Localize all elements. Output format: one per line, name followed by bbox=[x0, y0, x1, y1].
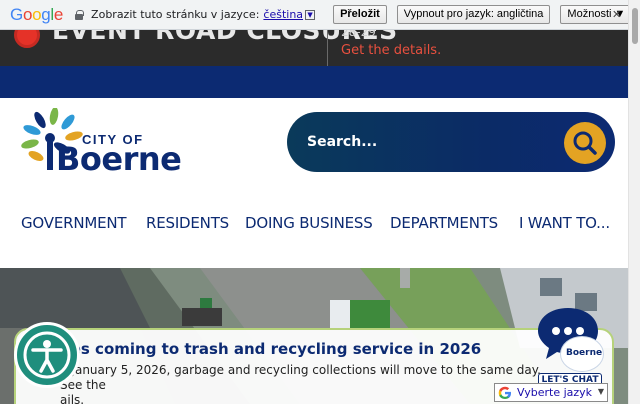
news-body: g January 5, 2026, garbage and recycling… bbox=[60, 363, 560, 404]
main-navigation: GOVERNMENT RESIDENTS DOING BUSINESS DEPA… bbox=[0, 214, 628, 244]
language-dropdown-icon[interactable]: ▼ bbox=[305, 9, 316, 20]
search-input[interactable]: Search... bbox=[307, 112, 537, 172]
google-g-icon bbox=[498, 386, 511, 399]
translate-language-link[interactable]: čeština bbox=[263, 8, 303, 21]
accessibility-button[interactable] bbox=[14, 322, 80, 388]
search-icon bbox=[573, 131, 597, 155]
alert-divider bbox=[327, 28, 328, 66]
news-body-line1: g January 5, 2026, garbage and recycling… bbox=[60, 363, 541, 392]
alert-details-link[interactable]: Get the details. bbox=[341, 43, 441, 58]
navy-band bbox=[0, 66, 640, 98]
search-button[interactable] bbox=[564, 122, 606, 164]
accessibility-icon bbox=[23, 331, 71, 379]
search-bar: Search... bbox=[287, 112, 615, 172]
vertical-scrollbar[interactable] bbox=[628, 0, 640, 404]
language-select[interactable]: Vyberte jazyk ▼ bbox=[494, 383, 608, 402]
nav-doing-business[interactable]: DOING BUSINESS bbox=[245, 214, 373, 232]
scrollbar-thumb[interactable] bbox=[632, 8, 638, 44]
nav-government[interactable]: GOVERNMENT bbox=[21, 214, 127, 232]
close-icon[interactable]: ✕ bbox=[612, 9, 622, 20]
disable-translation-button[interactable]: Vypnout pro jazyk: angličtina bbox=[396, 5, 551, 24]
lock-icon bbox=[75, 9, 85, 20]
google-translate-bar: Google Zobrazit tuto stránku v jazyce: č… bbox=[0, 0, 640, 30]
google-logo: Google bbox=[10, 4, 64, 24]
translate-button[interactable]: Přeložit bbox=[333, 5, 387, 24]
nav-departments[interactable]: DEPARTMENTS bbox=[390, 214, 498, 232]
news-title[interactable]: ges coming to trash and recycling servic… bbox=[60, 340, 481, 358]
news-body-line2: ails. bbox=[60, 393, 85, 404]
nav-i-want-to[interactable]: I WANT TO... bbox=[519, 214, 610, 232]
nav-residents[interactable]: RESIDENTS bbox=[146, 214, 229, 232]
chevron-down-icon: ▼ bbox=[597, 387, 604, 396]
translate-prompt: Zobrazit tuto stránku v jazyce: bbox=[91, 8, 260, 21]
language-select-label: Vyberte jazyk bbox=[517, 386, 593, 399]
logo-name: Boerne bbox=[56, 140, 182, 178]
chat-logo-text: Boerne bbox=[566, 348, 603, 358]
